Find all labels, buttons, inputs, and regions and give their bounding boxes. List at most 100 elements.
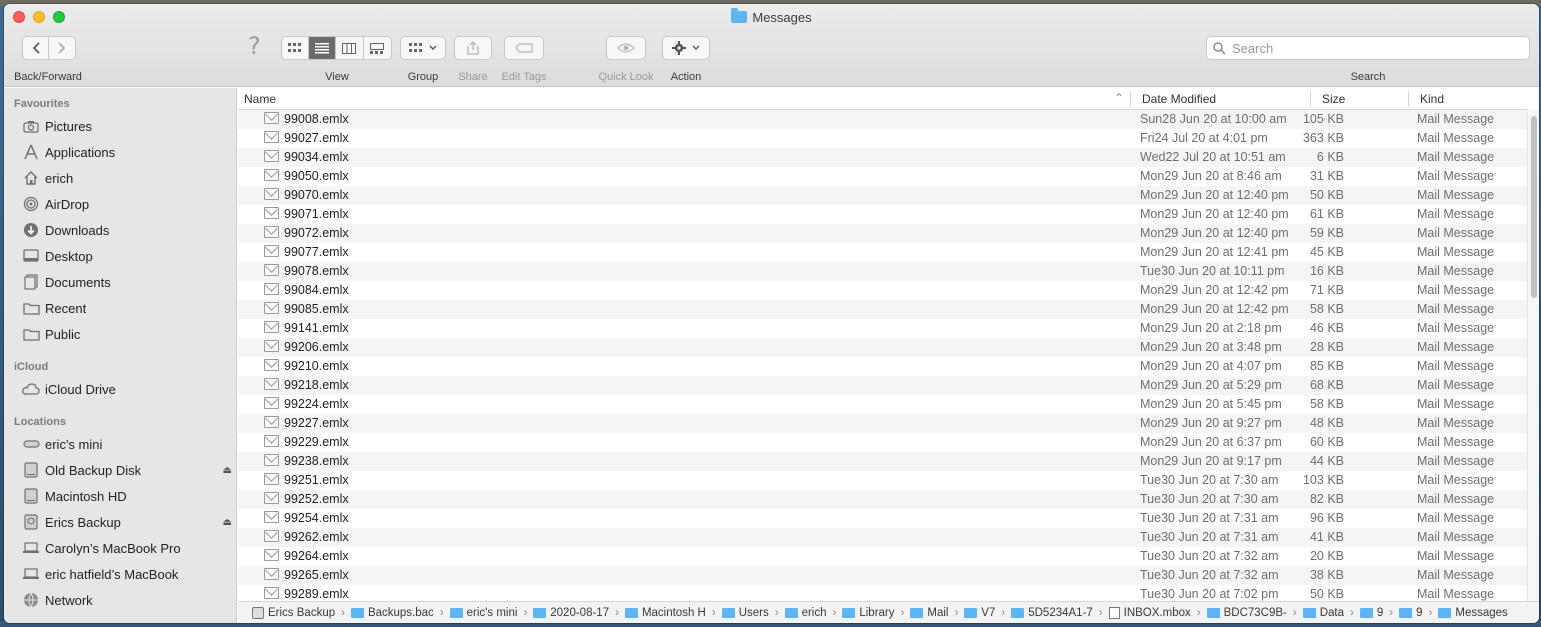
edit-tags-button[interactable] [504,36,544,60]
path-separator-icon: › [1292,606,1297,619]
file-name: 99224.emlx [284,397,349,411]
eject-icon[interactable]: ⏏ [223,465,232,476]
help-icon[interactable]: ? [248,32,261,60]
network-icon [22,592,40,608]
sidebar-item-recent[interactable]: Recent [22,298,232,318]
path-crumb[interactable]: 2020-08-17 [533,607,609,619]
table-row[interactable]: 99218.emlx Mon29 Jun 20 at 5:29 pm 68 KB Ma… [238,376,1527,395]
path-crumb[interactable]: Backups.bac [350,607,434,619]
sidebar-item-eric-hatfields-macbook[interactable]: eric hatfield’s MacBook [22,564,232,584]
scrollbar-thumb[interactable] [1531,116,1537,298]
path-crumb[interactable]: 9 [1359,607,1383,619]
path-crumb[interactable]: V7 [964,607,995,619]
table-row[interactable]: 99265.emlx Tue30 Jun 20 at 7:32 am 38 KB Ma… [238,566,1527,585]
path-crumb[interactable]: 5D5234A1-7 [1011,607,1093,619]
table-row[interactable]: 99238.emlx Mon29 Jun 20 at 9:17 pm 44 KB Ma… [238,452,1527,471]
path-crumb[interactable]: Messages [1438,607,1508,619]
group-button[interactable] [400,36,446,60]
file-date-modified: Wed22 Jul 20 at 10:51 am [1140,150,1286,164]
column-name[interactable]: Name [244,92,276,106]
mail-message-icon [264,473,279,485]
table-row[interactable]: 99070.emlx Mon29 Jun 20 at 12:40 pm 50 KB M… [238,186,1527,205]
sidebar-item-desktop[interactable]: Desktop [22,246,232,266]
sidebar-item-airdrop[interactable]: AirDrop [22,194,232,214]
table-row[interactable]: 99262.emlx Tue30 Jun 20 at 7:31 am 41 KB Ma… [238,528,1527,547]
path-crumb[interactable]: erich [784,607,827,619]
table-row[interactable]: 99252.emlx Tue30 Jun 20 at 7:30 am 82 KB Ma… [238,490,1527,509]
path-crumb[interactable]: Data [1302,607,1344,619]
path-crumb[interactable]: Mail [910,607,948,619]
table-row[interactable]: 99034.emlx Wed22 Jul 20 at 10:51 am 6 KB Ma… [238,148,1527,167]
table-row[interactable]: 99206.emlx Mon29 Jun 20 at 3:48 pm 28 KB Ma… [238,338,1527,357]
sidebar-item-erich[interactable]: erich [22,168,232,188]
column-divider[interactable] [1130,91,1131,107]
sidebar-item-public[interactable]: Public [22,324,232,344]
table-row[interactable]: 99084.emlx Mon29 Jun 20 at 12:42 pm 71 KB M… [238,281,1527,300]
tag-icon [515,43,533,53]
sidebar-item-icloud-drive[interactable]: iCloud Drive [22,379,232,399]
path-separator-icon: › [1196,606,1201,619]
view-columns-button[interactable] [336,37,364,59]
share-button[interactable] [454,36,492,60]
sidebar-item-network[interactable]: Network [22,590,232,610]
path-crumb[interactable]: eric's mini [449,607,517,619]
view-list-button[interactable] [308,37,337,59]
action-button[interactable] [662,36,710,60]
view-gallery-button[interactable] [364,37,391,59]
table-row[interactable]: 99077.emlx Mon29 Jun 20 at 12:41 pm 45 KB M… [238,243,1527,262]
path-crumb[interactable]: Library [842,607,895,619]
table-row[interactable]: 99008.emlx Sun28 Jun 20 at 10:00 am 105 KB… [238,110,1527,129]
table-row[interactable]: 99078.emlx Tue30 Jun 20 at 10:11 pm 16 KB M… [238,262,1527,281]
search-field[interactable] [1206,36,1530,60]
table-row[interactable]: 99254.emlx Tue30 Jun 20 at 7:31 am 96 KB Ma… [238,509,1527,528]
column-kind[interactable]: Kind [1420,92,1444,106]
file-kind: Mail Message [1417,321,1495,335]
vertical-scrollbar[interactable] [1527,110,1539,601]
file-name: 99289.emlx [284,587,349,601]
table-row[interactable]: 99072.emlx Mon29 Jun 20 at 12:40 pm 59 KB M… [238,224,1527,243]
sidebar-item-downloads[interactable]: Downloads [22,220,232,240]
table-row[interactable]: 99071.emlx Mon29 Jun 20 at 12:40 pm 61 KB M… [238,205,1527,224]
table-row[interactable]: 99264.emlx Tue30 Jun 20 at 7:32 am 20 KB Ma… [238,547,1527,566]
table-row[interactable]: 99227.emlx Mon29 Jun 20 at 9:27 pm 48 KB Ma… [238,414,1527,433]
sidebar-item-carolyns-macbook-pro[interactable]: Carolyn’s MacBook Pro [22,538,232,558]
search-input[interactable] [1232,40,1522,56]
table-row[interactable]: 99027.emlx Fri24 Jul 20 at 4:01 pm 363 KB M… [238,129,1527,148]
sidebar-item-old-backup-disk[interactable]: Old Backup Disk ⏏ [22,460,232,480]
sidebar-item-pictures[interactable]: Pictures [22,116,232,136]
file-date-modified: Fri24 Jul 20 at 4:01 pm [1140,131,1268,145]
column-date-modified[interactable]: Date Modified [1142,92,1216,106]
sidebar-item-applications[interactable]: Applications [22,142,232,162]
table-row[interactable]: 99289.emlx Tue30 Jun 20 at 7:02 pm 50 KB Ma… [238,585,1527,601]
file-date-modified: Mon29 Jun 20 at 12:40 pm [1140,207,1289,221]
table-row[interactable]: 99141.emlx Mon29 Jun 20 at 2:18 pm 46 KB Ma… [238,319,1527,338]
table-row[interactable]: 99050.emlx Mon29 Jun 20 at 8:46 am 31 KB Ma… [238,167,1527,186]
sidebar-item-documents[interactable]: Documents [22,272,232,292]
table-row[interactable]: 99251.emlx Tue30 Jun 20 at 7:30 am 103 KB M… [238,471,1527,490]
forward-button[interactable] [49,37,75,59]
sidebar-item-macintosh-hd[interactable]: Macintosh HD [22,486,232,506]
table-row[interactable]: 99224.emlx Mon29 Jun 20 at 5:45 pm 58 KB Ma… [238,395,1527,414]
path-crumb[interactable]: 9 [1399,607,1423,619]
table-row[interactable]: 99210.emlx Mon29 Jun 20 at 4:07 pm 85 KB Ma… [238,357,1527,376]
back-button[interactable] [23,37,50,59]
path-crumb[interactable]: Macintosh H [624,607,706,619]
column-size[interactable]: Size [1322,92,1345,106]
sidebar-item-label: Erics Backup [45,514,121,530]
file-name: 99206.emlx [284,340,349,354]
table-row[interactable]: 99085.emlx Mon29 Jun 20 at 12:42 pm 58 KB M… [238,300,1527,319]
file-date-modified: Mon29 Jun 20 at 8:46 am [1140,169,1282,183]
eject-icon[interactable]: ⏏ [223,517,232,528]
view-icons-button[interactable] [282,37,309,59]
sidebar-item-erics-mini[interactable]: eric's mini [22,434,232,454]
path-crumb[interactable]: INBOX.mbox [1108,606,1191,619]
path-crumb-label: Users [738,606,769,619]
column-divider[interactable] [1408,91,1409,107]
column-divider[interactable] [1310,91,1311,107]
path-crumb[interactable]: BDC73C9B- [1206,607,1287,619]
sidebar-item-erics-backup[interactable]: Erics Backup ⏏ [22,512,232,532]
path-crumb[interactable]: Users [721,606,769,619]
quick-look-button[interactable] [606,36,646,60]
table-row[interactable]: 99229.emlx Mon29 Jun 20 at 6:37 pm 60 KB Ma… [238,433,1527,452]
path-crumb[interactable]: Erics Backup [252,606,335,619]
